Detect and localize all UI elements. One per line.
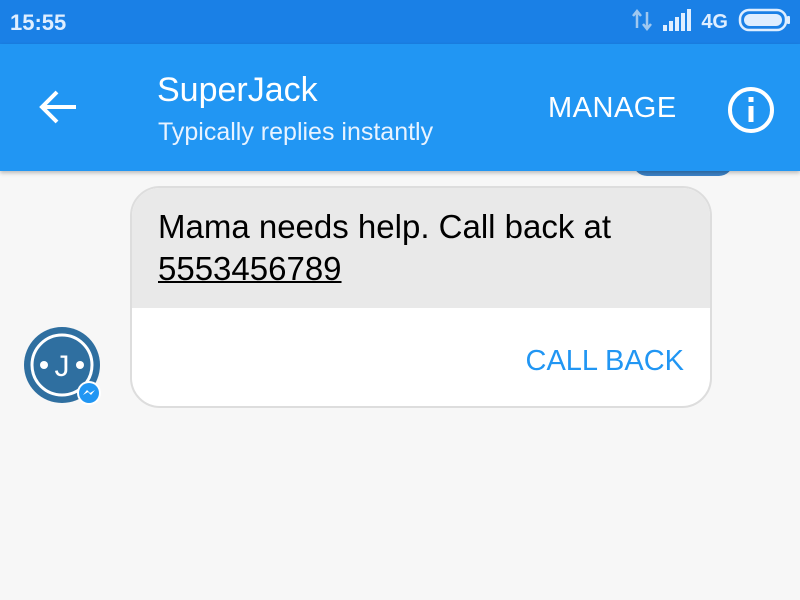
status-bar: 15:55 4G — [0, 0, 800, 44]
back-button[interactable] — [30, 84, 86, 134]
info-icon — [725, 87, 777, 140]
call-back-button[interactable]: CALL BACK — [526, 345, 685, 378]
back-arrow-icon — [38, 89, 78, 130]
status-time: 15:55 — [10, 10, 67, 35]
signal-icon — [663, 8, 692, 36]
data-transfer-icon — [631, 8, 653, 37]
status-icons: 4G — [631, 8, 792, 36]
message-body: Mama needs help. Call back at 5553456789 — [132, 188, 710, 308]
avatar-initial: J — [55, 350, 70, 383]
messenger-icon — [76, 380, 102, 406]
conversation-subtitle: Typically replies instantly — [158, 118, 434, 146]
message-text: Mama needs help. Call back at — [158, 208, 612, 245]
manage-button[interactable]: MANAGE — [548, 92, 677, 125]
network-type: 4G — [701, 10, 728, 33]
app-bar: SuperJack Typically replies instantly MA… — [0, 44, 800, 171]
message-card: Mama needs help. Call back at 5553456789… — [130, 186, 712, 408]
info-button[interactable] — [725, 84, 777, 136]
phone-number-link[interactable]: 5553456789 — [158, 250, 342, 287]
battery-icon — [738, 7, 792, 38]
conversation-title: SuperJack — [157, 71, 318, 109]
